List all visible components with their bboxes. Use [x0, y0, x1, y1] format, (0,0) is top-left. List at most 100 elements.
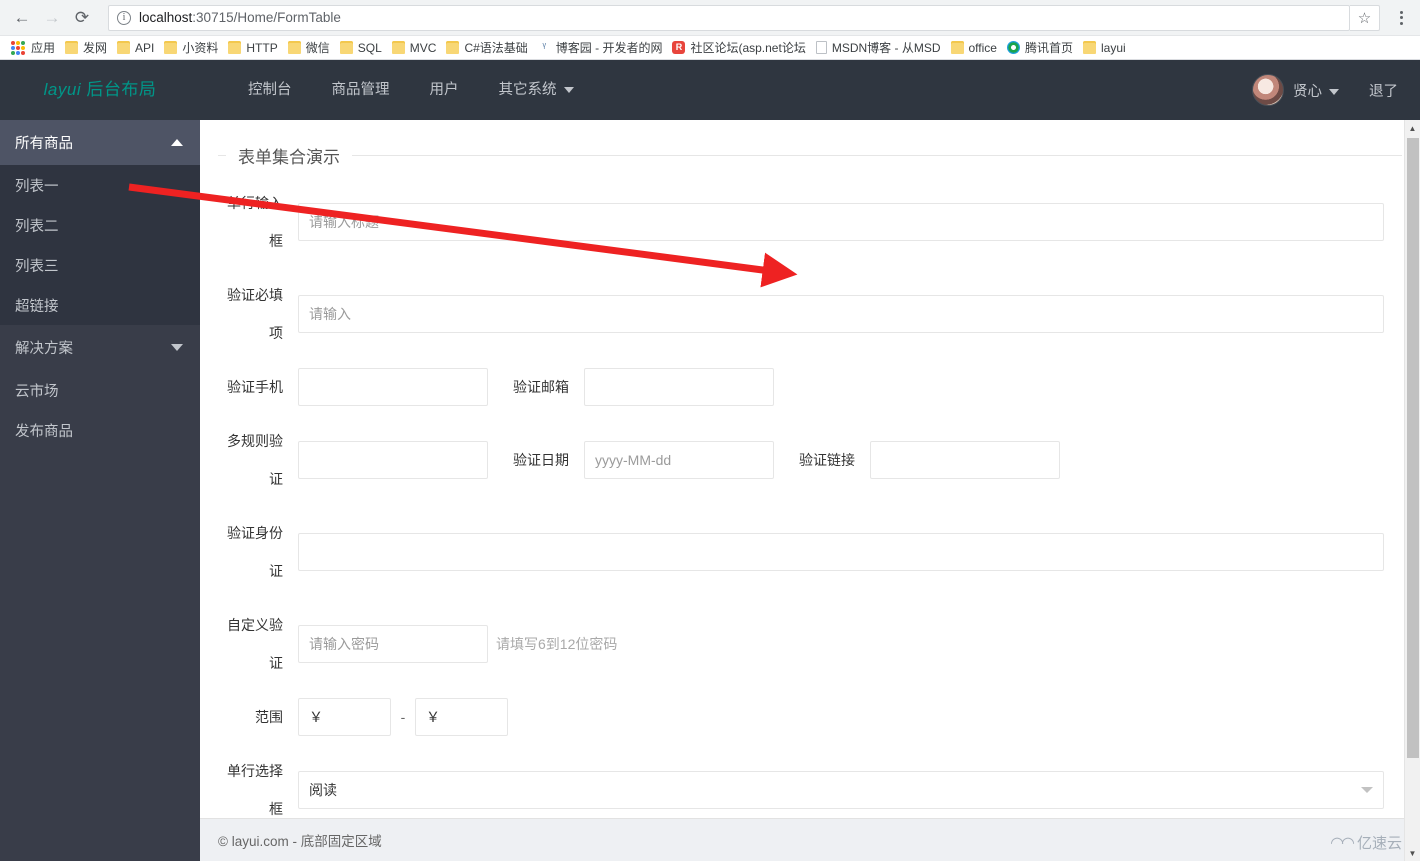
form-container: 表单集合演示 单行输入框 验证必填项 验证手机 验证邮箱: [200, 143, 1420, 861]
nav-label: 商品管理: [331, 82, 390, 98]
bookmark-forum[interactable]: R 社区论坛(asp.net论坛: [667, 38, 810, 58]
bookmark-folder-5[interactable]: 微信: [283, 38, 335, 58]
bookmark-blog[interactable]: ᵞ 博客园 - 开发者的网: [533, 38, 668, 58]
sidebar-item-cloud-market[interactable]: 云市场: [0, 370, 200, 410]
logout-button[interactable]: 退了: [1369, 80, 1398, 101]
browser-menu-icon[interactable]: [1390, 10, 1412, 25]
bookmark-label: MSDN博客 - 从MSD: [831, 41, 941, 55]
folder-icon: [65, 41, 79, 54]
url-input-field[interactable]: [870, 441, 1060, 479]
address-bar[interactable]: i localhost:30715/Home/FormTable: [108, 4, 1350, 31]
sidebar-item-label: 列表三: [15, 258, 59, 275]
forward-arrow-icon[interactable]: →: [38, 4, 66, 32]
bookmark-folder-3[interactable]: 小资料: [159, 38, 223, 58]
bookmark-label: 微信: [305, 41, 330, 55]
email-input-field[interactable]: [584, 368, 774, 406]
bookmark-label: office: [968, 40, 997, 55]
back-arrow-icon[interactable]: ←: [8, 4, 36, 32]
scrollbar-thumb[interactable]: [1407, 138, 1419, 758]
label-idcard: 验证身份证: [227, 525, 283, 579]
nav-label: 其它系统: [498, 82, 557, 98]
scroll-up-arrow-icon[interactable]: ▲: [1405, 120, 1420, 136]
site-info-icon[interactable]: i: [117, 10, 131, 25]
sidebar-item-hyperlink[interactable]: 超链接: [0, 285, 200, 325]
sidebar-item-publish-goods[interactable]: 发布商品: [0, 410, 200, 450]
reload-icon[interactable]: ⟳: [68, 4, 96, 32]
form-row-phone-email: 验证手机 验证邮箱: [218, 368, 1402, 406]
label-url: 验证链接: [799, 452, 855, 468]
browser-window: ← → ⟳ i localhost:30715/Home/FormTable ☆…: [0, 0, 1420, 861]
sidebar-submenu-all-goods: 列表一 列表二 列表三 超链接: [0, 165, 200, 325]
sidebar-item-label: 云市场: [15, 383, 59, 400]
single-select[interactable]: 阅读: [298, 771, 1384, 809]
logo-text: 后台布局: [86, 80, 157, 99]
vertical-scrollbar[interactable]: ▲ ▼: [1404, 120, 1420, 861]
bookmark-msdn[interactable]: MSDN博客 - 从MSD: [811, 38, 946, 58]
app-logo[interactable]: layui 后台布局: [0, 60, 200, 120]
watermark-text: 亿速云: [1356, 835, 1402, 852]
label-date: 验证日期: [513, 452, 569, 468]
cloud-icon: ◠◠: [1330, 834, 1355, 852]
bookmark-star-button[interactable]: ☆: [1350, 4, 1380, 31]
chevron-up-icon: [171, 139, 183, 146]
watermark: ◠◠ 亿速云: [1330, 832, 1402, 853]
bookmark-folder-6[interactable]: SQL: [335, 38, 387, 58]
idcard-input-field[interactable]: [298, 533, 1384, 571]
avatar[interactable]: [1252, 74, 1284, 106]
page-title: 表单集合演示: [238, 148, 340, 167]
sidebar-group-label: 所有商品: [15, 136, 73, 152]
bookmark-folder-2[interactable]: API: [112, 38, 159, 58]
bookmark-folder-8[interactable]: C#语法基础: [441, 38, 532, 58]
multirule-input-field[interactable]: [298, 441, 488, 479]
label-range: 范围: [255, 709, 283, 725]
bookmark-folder-7[interactable]: MVC: [387, 38, 442, 58]
bookmark-office[interactable]: office: [946, 38, 1002, 58]
range-from-field[interactable]: [298, 698, 391, 736]
phone-input-field[interactable]: [298, 368, 488, 406]
label-phone: 验证手机: [227, 379, 283, 395]
star-icon: ☆: [1357, 9, 1372, 27]
sidebar-group-all-goods[interactable]: 所有商品: [0, 120, 200, 165]
bookmarks-bar: 应用 发网 API 小资料 HTTP 微信 SQL MVC C#语法基础 ᵞ 博客…: [0, 36, 1420, 60]
chevron-down-icon: [563, 87, 574, 94]
browser-toolbar: ← → ⟳ i localhost:30715/Home/FormTable ☆: [0, 0, 1420, 36]
label-single-input: 单行输入框: [227, 195, 283, 249]
nav-item-console[interactable]: 控制台: [228, 60, 312, 120]
header-user-area: 贤心 退了: [1252, 60, 1420, 120]
label-email: 验证邮箱: [513, 379, 569, 395]
sidebar-group-solutions[interactable]: 解决方案: [0, 325, 200, 370]
url-text: localhost:30715/Home/FormTable: [139, 10, 341, 25]
app-header: layui 后台布局 控制台 商品管理 用户 其它系统 贤心 退了: [0, 60, 1420, 120]
bookmark-apps[interactable]: 应用: [6, 38, 60, 58]
form-card: 表单集合演示 单行输入框 验证必填项 验证手机 验证邮箱: [218, 143, 1402, 861]
user-menu[interactable]: 贤心: [1293, 80, 1339, 101]
bookmark-layui[interactable]: layui: [1078, 38, 1131, 58]
bookmark-folder-1[interactable]: 发网: [60, 38, 112, 58]
bookmark-label: 发网: [83, 41, 108, 55]
nav-item-user[interactable]: 用户: [410, 60, 479, 120]
chevron-down-icon: [1361, 787, 1373, 793]
bookmark-label: MVC: [409, 40, 437, 55]
logo-brand: layui: [43, 80, 82, 99]
folder-icon: [287, 41, 301, 54]
nav-item-goods[interactable]: 商品管理: [312, 60, 410, 120]
form-row-idcard: 验证身份证: [218, 514, 1402, 590]
sidebar-item-list-2[interactable]: 列表二: [0, 205, 200, 245]
scroll-down-arrow-icon[interactable]: ▼: [1405, 845, 1420, 861]
bookmark-qq[interactable]: 腾讯首页: [1002, 38, 1078, 58]
single-input-field[interactable]: [298, 203, 1384, 241]
sidebar-item-list-3[interactable]: 列表三: [0, 245, 200, 285]
nav-label: 用户: [429, 82, 459, 98]
range-to-field[interactable]: [415, 698, 508, 736]
custom-password-field[interactable]: [298, 625, 488, 663]
required-input-field[interactable]: [298, 295, 1384, 333]
folder-icon: [446, 41, 460, 54]
sidebar-item-list-1[interactable]: 列表一: [0, 165, 200, 205]
bookmark-label: SQL: [357, 40, 382, 55]
bookmark-label: API: [135, 40, 155, 55]
bookmark-label: C#语法基础: [464, 41, 528, 55]
bookmark-folder-4[interactable]: HTTP: [223, 38, 282, 58]
date-input-field[interactable]: [584, 441, 774, 479]
sidebar-item-label: 超链接: [15, 298, 59, 315]
nav-item-other-systems[interactable]: 其它系统: [479, 60, 594, 120]
